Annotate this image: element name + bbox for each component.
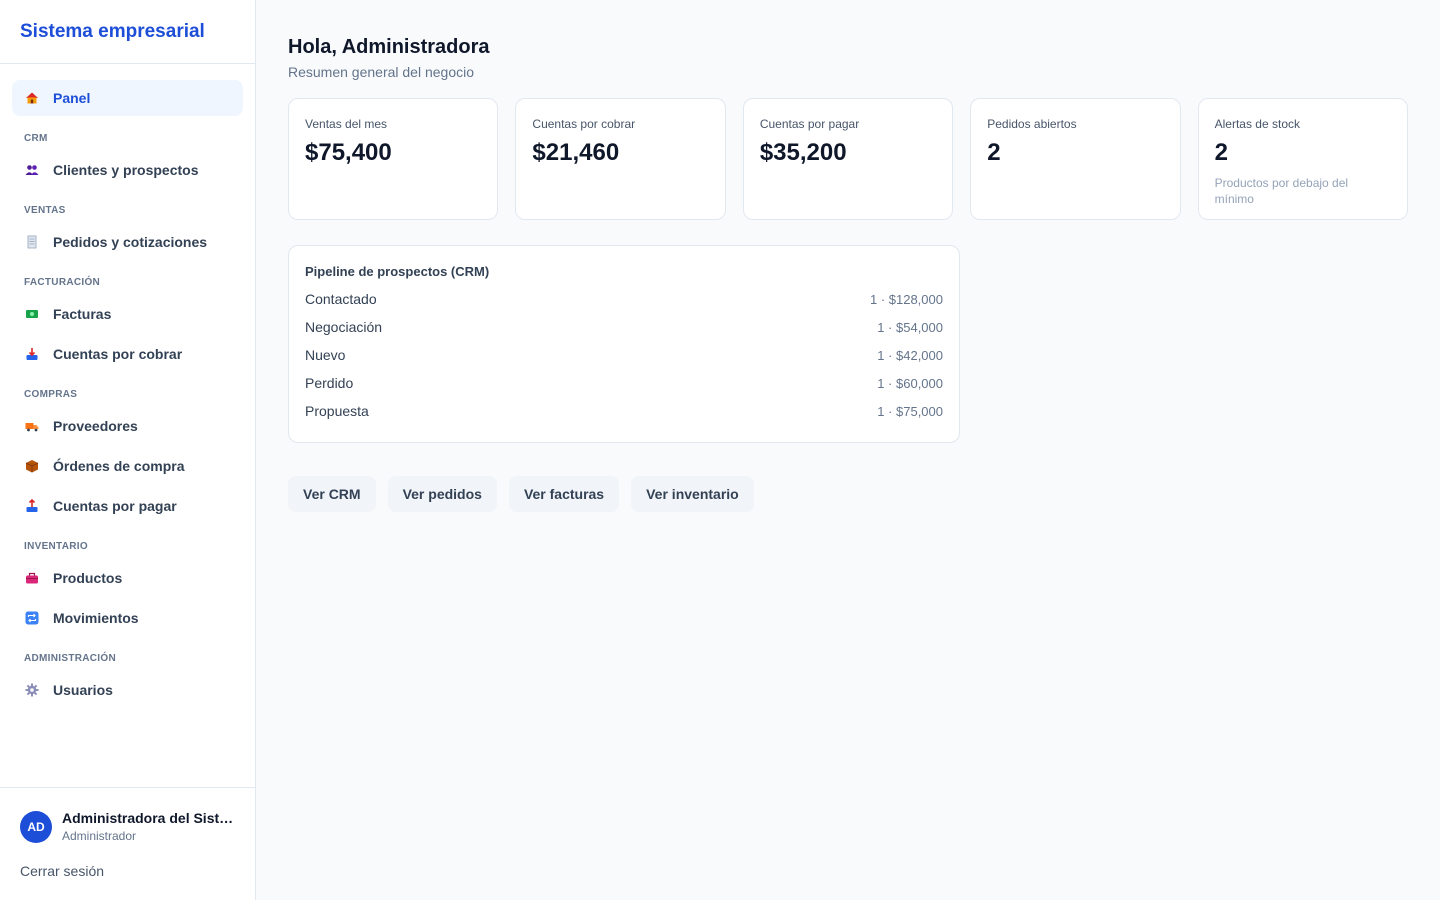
user-info: AD Administradora del Sistema Administra… xyxy=(20,810,235,843)
ver-pedidos-button[interactable]: Ver pedidos xyxy=(387,476,497,512)
sidebar-item-productos[interactable]: Productos xyxy=(12,560,243,596)
pipeline-value: 1 · $54,000 xyxy=(877,319,943,335)
user-panel: AD Administradora del Sistema Administra… xyxy=(0,787,255,900)
sidebar-item-label: Proveedores xyxy=(53,418,138,434)
sidebar-item-facturas[interactable]: Facturas xyxy=(12,296,243,332)
stat-card-ventas: Ventas del mes $75,400 xyxy=(288,98,499,220)
section-title-facturacion: FACTURACIÓN xyxy=(24,277,101,288)
stat-value: $21,460 xyxy=(532,139,620,166)
main-content: Hola, Administradora Resumen general del… xyxy=(288,0,1409,512)
quick-actions: Ver CRM Ver pedidos Ver facturas Ver inv… xyxy=(288,476,1408,512)
sidebar-item-label: Cuentas por pagar xyxy=(53,498,177,514)
stat-label: Cuentas por cobrar xyxy=(532,117,636,131)
pipeline-value: 1 · $75,000 xyxy=(877,403,943,419)
receipt-icon xyxy=(24,234,40,250)
stat-card-cobrar: Cuentas por cobrar $21,460 xyxy=(515,98,726,220)
inbox-tray-icon xyxy=(24,346,40,362)
pipeline-row: Nuevo 1 · $42,000 xyxy=(305,341,943,369)
pipeline-value: 1 · $128,000 xyxy=(869,291,943,307)
user-name: Administradora del Sistema xyxy=(62,810,234,826)
sidebar-item-label: Panel xyxy=(53,90,91,106)
stat-card-pagar: Cuentas por pagar $35,200 xyxy=(742,98,954,220)
truck-icon xyxy=(24,418,40,434)
outbox-tray-icon xyxy=(24,498,40,514)
sidebar-item-label: Movimientos xyxy=(53,610,139,626)
sidebar-item-proveedores[interactable]: Proveedores xyxy=(12,408,243,444)
pipeline-value: 1 · $42,000 xyxy=(877,347,943,363)
sidebar-nav: Panel CRM Clientes y prospectos VENTAS P… xyxy=(0,64,255,708)
package-icon xyxy=(24,458,40,474)
sidebar-item-clientes[interactable]: Clientes y prospectos xyxy=(12,152,243,188)
sidebar-item-label: Clientes y prospectos xyxy=(53,162,199,178)
stat-card-alertas: Alertas de stock 2 Productos por debajo … xyxy=(1197,98,1409,220)
logout-link[interactable]: Cerrar sesión xyxy=(20,863,235,879)
stat-card-pedidos: Pedidos abiertos 2 xyxy=(970,98,1181,220)
stat-label: Alertas de stock xyxy=(1214,117,1300,131)
pipeline-card: Pipeline de prospectos (CRM) Contactado … xyxy=(288,245,960,443)
page-title: Hola, Administradora xyxy=(288,36,490,58)
stat-value: $75,400 xyxy=(305,139,392,166)
pipeline-row: Negociación 1 · $54,000 xyxy=(305,313,943,341)
pipeline-value: 1 · $60,000 xyxy=(877,375,943,391)
sidebar-item-label: Productos xyxy=(53,570,123,586)
pipeline-stage: Propuesta xyxy=(305,403,369,419)
section-title-inventario: INVENTARIO xyxy=(24,541,88,552)
sidebar-item-panel[interactable]: Panel xyxy=(12,80,243,116)
page-subtitle: Resumen general del negocio xyxy=(288,64,475,80)
stat-note: Productos por debajo del mínimo xyxy=(1214,176,1349,206)
pipeline-title: Pipeline de prospectos (CRM) xyxy=(305,264,490,279)
section-title-compras: COMPRAS xyxy=(24,389,78,400)
stat-label: Ventas del mes xyxy=(305,117,388,131)
pipeline-stage: Negociación xyxy=(305,319,383,335)
ver-facturas-button[interactable]: Ver facturas xyxy=(508,476,620,512)
repeat-icon xyxy=(24,610,40,626)
section-title-crm: CRM xyxy=(24,133,48,144)
avatar: AD xyxy=(20,810,52,843)
section-title-administracion: ADMINISTRACIÓN xyxy=(24,653,116,664)
gear-icon xyxy=(24,682,40,698)
stat-value: 2 xyxy=(1214,139,1228,166)
sidebar-item-label: Facturas xyxy=(53,306,112,322)
pipeline-stage: Contactado xyxy=(305,291,377,307)
pipeline-stage: Nuevo xyxy=(305,347,346,363)
sidebar-item-label: Pedidos y cotizaciones xyxy=(53,234,208,250)
app-title[interactable]: Sistema empresarial xyxy=(0,0,255,64)
money-icon xyxy=(24,306,40,322)
section-title-ventas: VENTAS xyxy=(24,205,66,216)
pipeline-row: Contactado 1 · $128,000 xyxy=(305,285,943,313)
stat-label: Pedidos abiertos xyxy=(987,117,1077,131)
stats-row: Ventas del mes $75,400 Cuentas por cobra… xyxy=(288,98,1409,220)
pipeline-row: Propuesta 1 · $75,000 xyxy=(305,397,943,425)
pipeline-stage: Perdido xyxy=(305,375,354,391)
toolbox-icon xyxy=(24,570,40,586)
pipeline-row: Perdido 1 · $60,000 xyxy=(305,369,943,397)
stat-value: 2 xyxy=(987,139,1001,166)
user-details: Administradora del Sistema Administrador xyxy=(62,810,234,843)
user-role: Administrador xyxy=(62,829,137,843)
sidebar-item-cuentas-cobrar[interactable]: Cuentas por cobrar xyxy=(12,336,243,372)
people-icon xyxy=(24,162,40,178)
sidebar-item-movimientos[interactable]: Movimientos xyxy=(12,600,243,636)
ver-crm-button[interactable]: Ver CRM xyxy=(288,476,376,512)
sidebar-item-pedidos[interactable]: Pedidos y cotizaciones xyxy=(12,224,243,260)
sidebar-item-ordenes-compra[interactable]: Órdenes de compra xyxy=(12,448,243,484)
sidebar-item-label: Cuentas por cobrar xyxy=(53,346,183,362)
sidebar: Sistema empresarial Panel CRM Clientes y… xyxy=(0,0,256,900)
stat-label: Cuentas por pagar xyxy=(759,117,860,131)
stat-value: $35,200 xyxy=(759,139,847,166)
ver-inventario-button[interactable]: Ver inventario xyxy=(631,476,754,512)
sidebar-item-label: Usuarios xyxy=(53,682,113,698)
sidebar-item-label: Órdenes de compra xyxy=(53,458,185,474)
sidebar-item-cuentas-pagar[interactable]: Cuentas por pagar xyxy=(12,488,243,524)
sidebar-item-usuarios[interactable]: Usuarios xyxy=(12,672,243,708)
house-icon xyxy=(24,90,40,106)
